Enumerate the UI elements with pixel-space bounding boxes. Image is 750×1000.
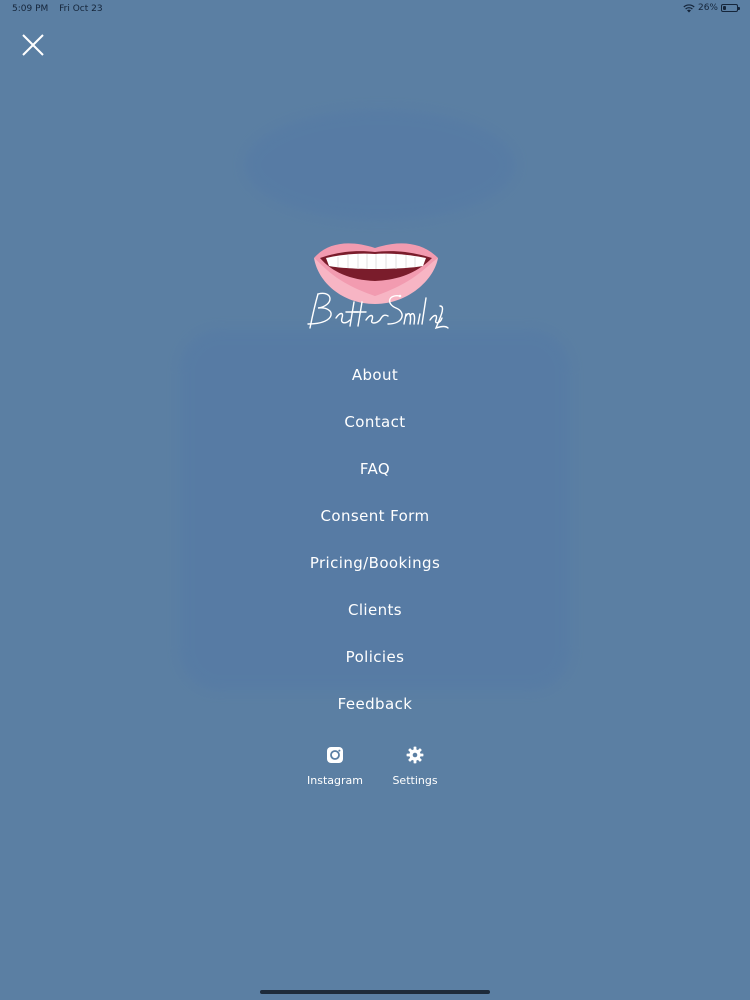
close-icon[interactable]: [20, 32, 46, 58]
settings-label: Settings: [392, 774, 438, 787]
instagram-label: Instagram: [307, 774, 363, 787]
settings-button[interactable]: Settings: [391, 746, 439, 787]
battery-level: [723, 6, 727, 10]
bottom-actions: Instagram Settings: [0, 746, 750, 787]
status-bar: 5:09 PM Fri Oct 23 26%: [0, 0, 750, 18]
gear-icon: [406, 746, 424, 764]
battery-icon: [721, 4, 740, 12]
status-time: 5:09 PM: [12, 4, 49, 14]
instagram-button[interactable]: Instagram: [307, 746, 363, 787]
menu-item-faq[interactable]: FAQ: [0, 452, 750, 499]
wifi-icon: [683, 3, 695, 12]
menu-item-consent-form[interactable]: Consent Form: [0, 499, 750, 546]
main-menu: About Contact FAQ Consent Form Pricing/B…: [0, 358, 750, 734]
menu-item-about[interactable]: About: [0, 358, 750, 405]
home-indicator[interactable]: [260, 990, 490, 994]
background-lips-shape: [245, 110, 515, 220]
status-date: Fri Oct 23: [59, 4, 103, 14]
brand-logo: [300, 236, 450, 336]
menu-item-contact[interactable]: Contact: [0, 405, 750, 452]
menu-item-pricing-bookings[interactable]: Pricing/Bookings: [0, 546, 750, 593]
menu-item-policies[interactable]: Policies: [0, 640, 750, 687]
battery-percent: 26%: [697, 3, 718, 13]
instagram-icon: [327, 747, 343, 763]
lips-logo-icon: [307, 243, 449, 330]
menu-item-feedback[interactable]: Feedback: [0, 687, 750, 734]
menu-item-clients[interactable]: Clients: [0, 593, 750, 640]
